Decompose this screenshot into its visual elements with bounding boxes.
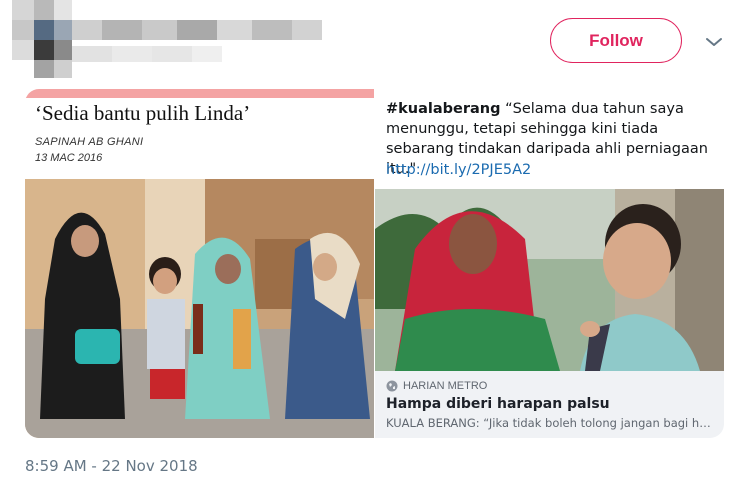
chevron-down-icon[interactable] (704, 32, 724, 52)
article-date: 13 MAC 2016 (35, 152, 103, 164)
short-link[interactable]: http://bit.ly/2PJE5A2 (386, 162, 531, 178)
article-byline: SAPINAH AB GHANI (35, 136, 144, 148)
preview-title[interactable]: Hampa diberi harapan palsu (386, 396, 713, 412)
hashtag-link[interactable]: #kualaberang (386, 101, 501, 117)
link-preview-card[interactable]: HARIAN METRO Hampa diberi harapan palsu … (375, 371, 724, 438)
group-photo (25, 179, 374, 438)
tweet-image-right[interactable]: #kualaberang “Selama dua tahun saya menu… (375, 89, 724, 438)
avatar[interactable] (12, 0, 72, 78)
tweet-image-left[interactable]: ‘Sedia bantu pulih Linda’ SAPINAH AB GHA… (25, 89, 374, 438)
globe-icon (386, 380, 398, 392)
article-headline: ‘Sedia bantu pulih Linda’ (35, 101, 251, 125)
tweet-timestamp[interactable]: 8:59 AM - 22 Nov 2018 (25, 457, 198, 475)
header-rule (25, 89, 374, 98)
preview-source-label: HARIAN METRO (403, 380, 488, 392)
display-name-redacted[interactable] (72, 20, 322, 40)
follow-button[interactable]: Follow (550, 18, 682, 63)
preview-description: KUALA BERANG: “Jika tidak boleh tolong j… (386, 416, 714, 430)
woman-and-child-photo (375, 189, 724, 371)
username-redacted[interactable] (72, 46, 222, 62)
preview-source: HARIAN METRO (386, 380, 713, 392)
